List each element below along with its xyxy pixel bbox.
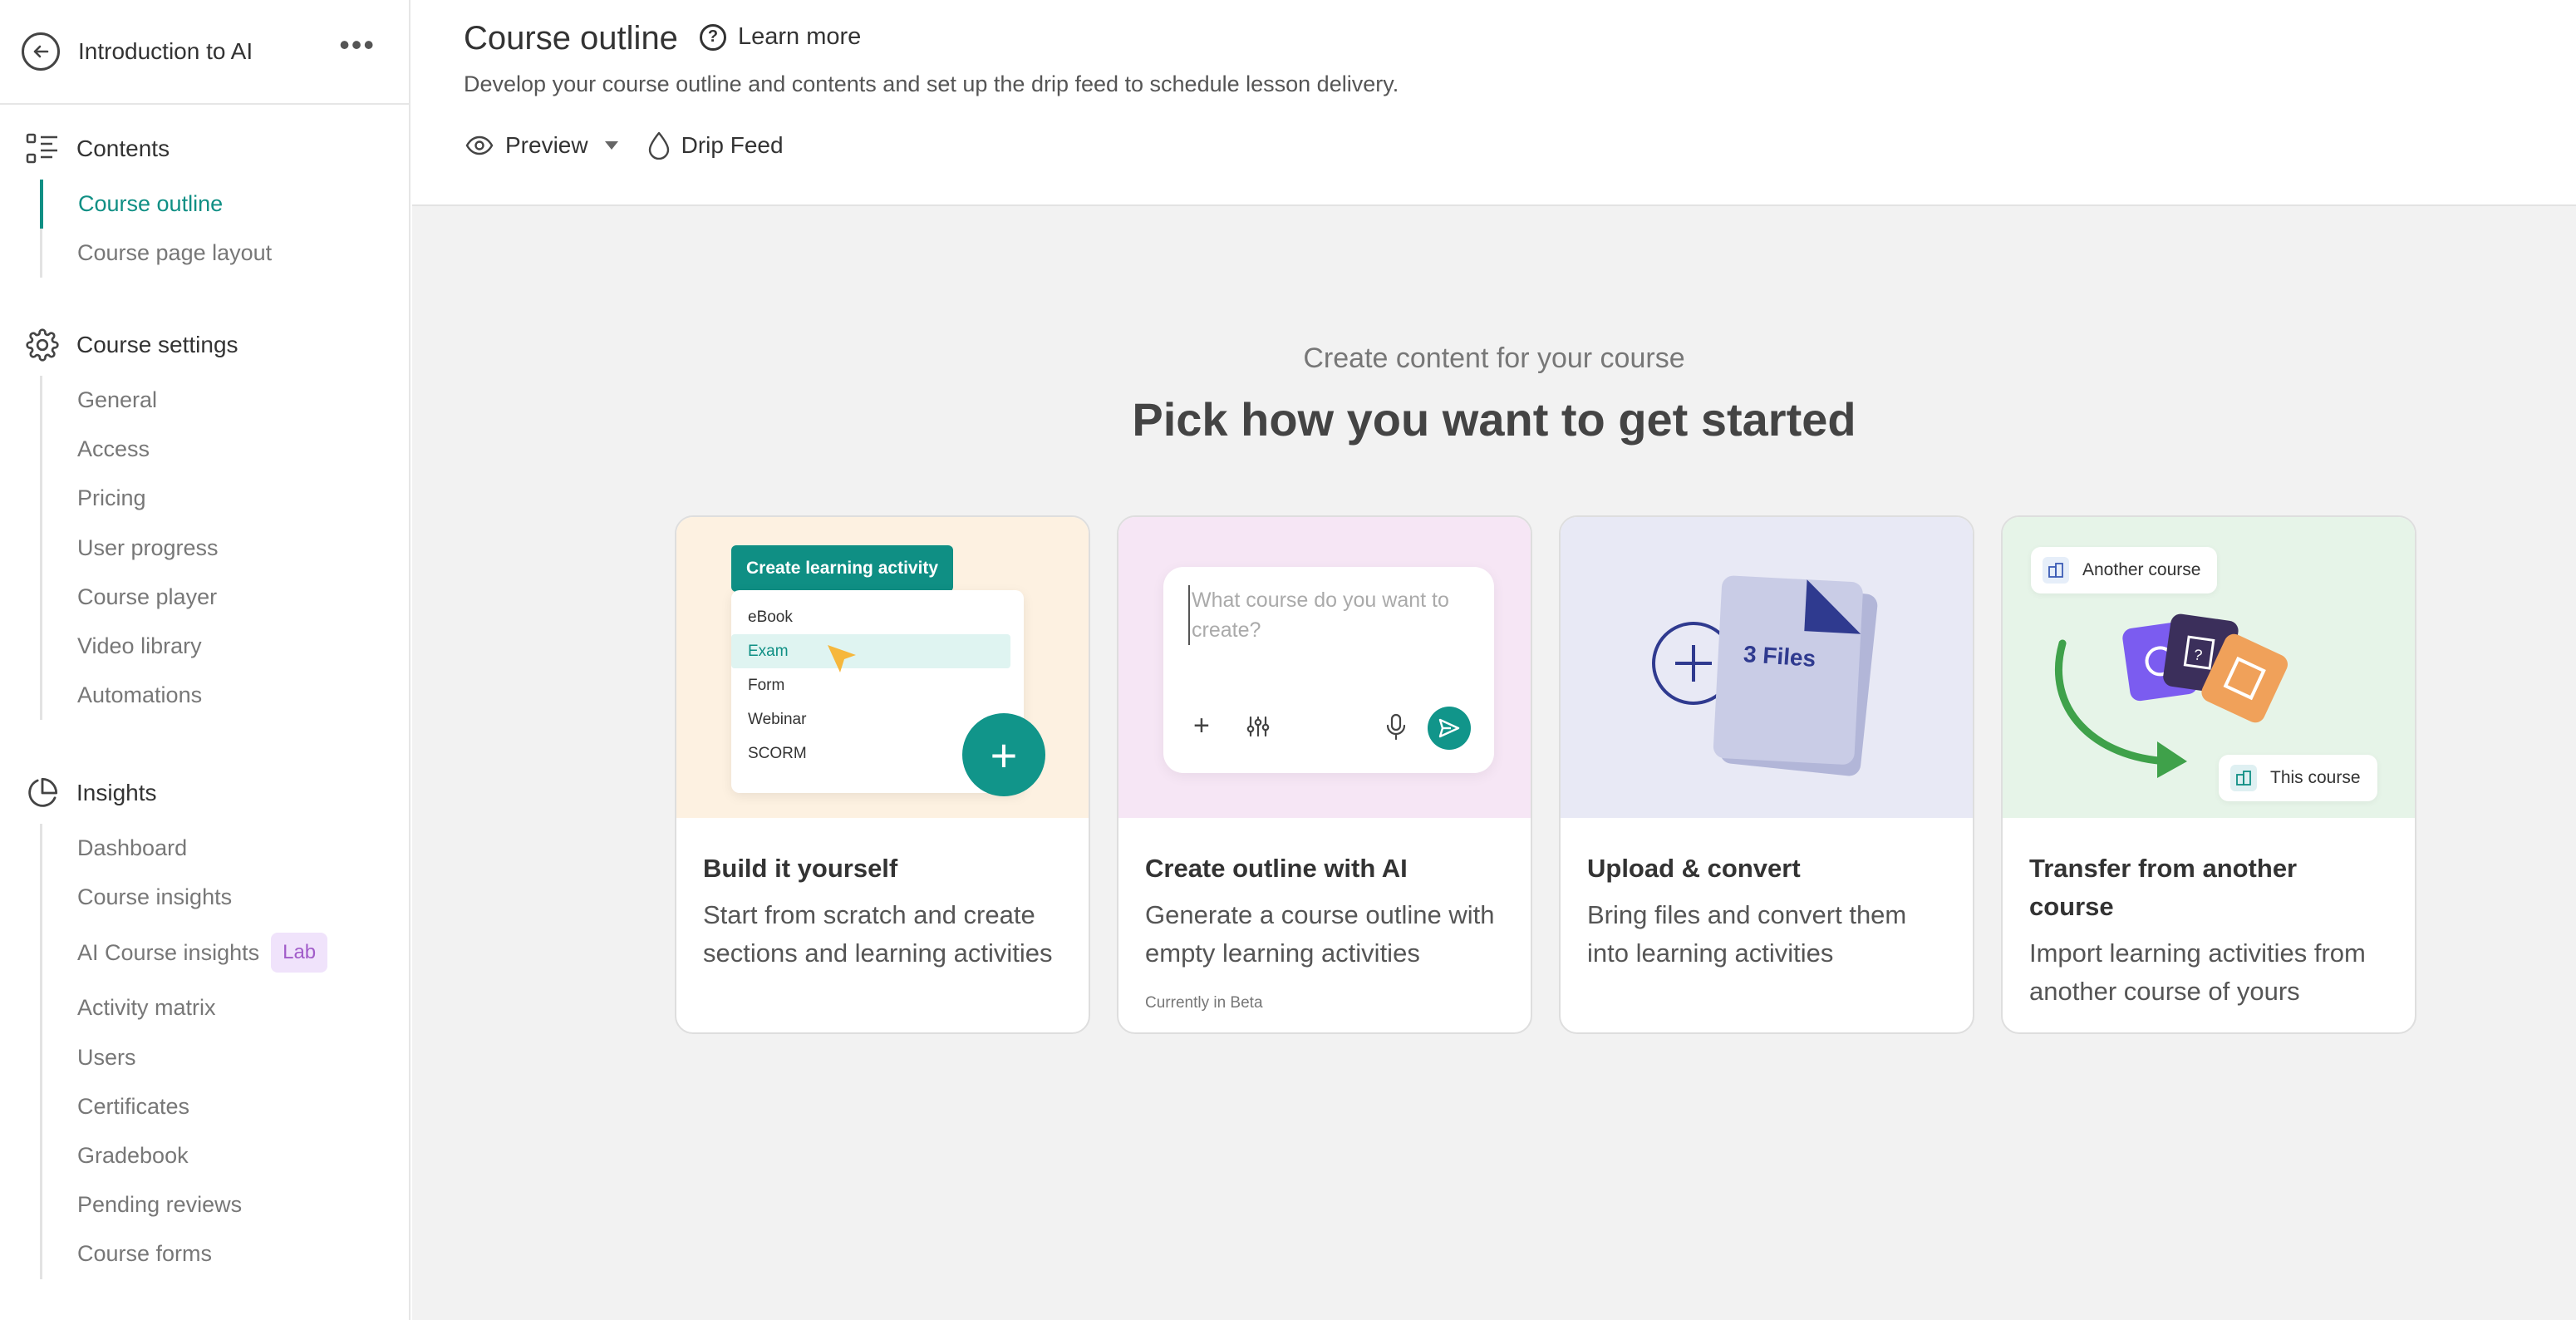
course-title: Introduction to AI <box>78 38 253 64</box>
send-icon <box>1428 707 1471 750</box>
sidebar-section-header[interactable]: Contents <box>0 128 410 170</box>
sidebar-item-course-outline[interactable]: Course outline <box>40 180 410 229</box>
hero-subtitle: Create content for your course <box>1303 342 1685 374</box>
plus-icon: + <box>962 713 1045 796</box>
sidebar-section-course-settings: Course settings General Access Pricing U… <box>0 324 410 721</box>
sidebar-section-insights: Insights Dashboard Course insights AI Co… <box>0 772 410 1279</box>
main-content: Course outline ? Learn more Develop your… <box>412 0 2576 1320</box>
card-title: Upload & convert <box>1587 854 1801 883</box>
sidebar-sublist: Dashboard Course insights AI Course insi… <box>40 824 410 1279</box>
sidebar-section-header[interactable]: Course settings <box>0 324 410 366</box>
sidebar-header: Introduction to AI ••• <box>0 0 409 105</box>
chevron-down-icon <box>604 141 618 150</box>
sidebar-item-pricing[interactable]: Pricing <box>40 474 410 523</box>
sidebar-section-label: Contents <box>76 135 170 161</box>
learn-more-label: Learn more <box>738 23 862 50</box>
sidebar-item-pending-reviews[interactable]: Pending reviews <box>40 1180 410 1229</box>
help-icon: ? <box>700 23 726 51</box>
sidebar-section-label: Course settings <box>76 332 238 357</box>
sidebar-item-course-page-layout[interactable]: Course page layout <box>40 229 410 278</box>
sidebar-item-gradebook[interactable]: Gradebook <box>40 1131 410 1180</box>
sidebar-section-contents: Contents Course outline Course page layo… <box>0 128 410 278</box>
sidebar-item-automations[interactable]: Automations <box>40 671 410 720</box>
card-description: Generate a course outline with empty lea… <box>1145 900 1495 968</box>
drip-feed-label: Drip Feed <box>681 132 784 158</box>
card-description: Bring files and convert them into learni… <box>1587 900 1907 968</box>
sidebar-item-user-progress[interactable]: User progress <box>40 524 410 573</box>
page-title: Course outline <box>464 20 678 57</box>
sidebar-item-access[interactable]: Access <box>40 425 410 474</box>
create-learning-activity-illustration: Create learning activity <box>731 545 954 592</box>
more-options-button[interactable]: ••• <box>339 30 376 60</box>
sidebar-item-users[interactable]: Users <box>40 1033 410 1082</box>
menu-item: eBook <box>748 608 793 626</box>
arrow-left-icon <box>33 45 49 58</box>
sidebar-item-general[interactable]: General <box>40 376 410 425</box>
menu-item: Exam <box>731 634 1010 668</box>
card-illustration: Create learning activity eBook Exam Form… <box>676 517 1089 818</box>
sidebar-item-video-library[interactable]: Video library <box>40 622 410 671</box>
hero-title: Pick how you want to get started <box>1132 393 1856 446</box>
card-title: Build it yourself <box>703 854 898 883</box>
pie-chart-icon <box>25 776 60 810</box>
sidebar-sublist: Course outline Course page layout <box>40 180 410 278</box>
sidebar-item-activity-matrix[interactable]: Activity matrix <box>40 983 410 1032</box>
plus-icon: + <box>1193 710 1210 741</box>
eye-icon <box>465 135 494 155</box>
drip-feed-button[interactable]: Drip Feed <box>648 131 784 160</box>
sliders-icon <box>1246 716 1270 737</box>
upload-convert-card[interactable]: 3 Files Upload & convert Bring files and… <box>1559 515 1974 1034</box>
sidebar: Introduction to AI ••• Contents Course o… <box>0 0 410 1320</box>
sidebar-item-ai-course-insights[interactable]: AI Course insights Lab <box>40 922 410 983</box>
transfer-course-card[interactable]: Another course ? This course Transfer fr… <box>2001 515 2416 1034</box>
menu-item: Form <box>748 677 785 694</box>
card-illustration: What course do you want to create? + <box>1118 517 1531 818</box>
card-title: Create outline with AI <box>1145 854 1408 883</box>
this-course-chip: This course <box>2219 755 2377 801</box>
sidebar-item-certificates[interactable]: Certificates <box>40 1082 410 1131</box>
ai-prompt-placeholder: What course do you want to create? <box>1188 585 1471 645</box>
course-icon <box>2230 765 2257 791</box>
sidebar-item-course-forms[interactable]: Course forms <box>40 1229 410 1278</box>
card-description: Start from scratch and create sections a… <box>703 900 1053 968</box>
files-label: 3 Files <box>1743 640 1817 672</box>
sidebar-item-course-insights[interactable]: Course insights <box>40 873 410 922</box>
toolbar: Preview Drip Feed <box>465 131 784 160</box>
sidebar-sublist: General Access Pricing User progress Cou… <box>40 376 410 721</box>
sidebar-item-label: AI Course insights <box>77 939 260 965</box>
back-button[interactable] <box>22 32 60 71</box>
card-description: Import learning activities from another … <box>2029 938 2366 1006</box>
page-header: Course outline ? Learn more Develop your… <box>412 0 2576 206</box>
page-subtitle: Develop your course outline and contents… <box>464 71 1399 96</box>
drop-icon <box>648 131 670 160</box>
sidebar-item-dashboard[interactable]: Dashboard <box>40 824 410 873</box>
build-yourself-card[interactable]: Create learning activity eBook Exam Form… <box>675 515 1090 1034</box>
create-with-ai-card[interactable]: What course do you want to create? + Cre… <box>1117 515 1532 1034</box>
card-illustration: Another course ? This course <box>2003 517 2415 818</box>
sidebar-section-header[interactable]: Insights <box>0 772 410 814</box>
list-icon <box>25 131 60 166</box>
sidebar-section-label: Insights <box>76 780 157 805</box>
chip-label: This course <box>2270 768 2361 787</box>
preview-button[interactable]: Preview <box>465 132 618 159</box>
sidebar-item-course-player[interactable]: Course player <box>40 573 410 622</box>
lab-badge: Lab <box>271 933 328 973</box>
preview-label: Preview <box>505 132 588 158</box>
card-illustration: 3 Files <box>1561 517 1973 818</box>
card-title: Transfer from another course <box>2029 854 2298 921</box>
cursor-icon <box>828 645 856 672</box>
learn-more-link[interactable]: ? Learn more <box>700 23 861 51</box>
microphone-icon <box>1386 713 1406 741</box>
ai-prompt-illustration: What course do you want to create? + <box>1163 567 1494 773</box>
beta-note: Currently in Beta <box>1145 994 1263 1012</box>
gear-icon <box>25 328 60 362</box>
